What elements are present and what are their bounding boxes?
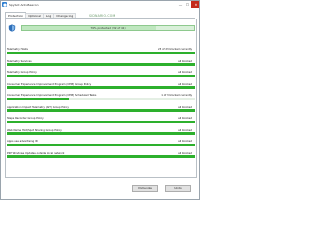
watermark-text: SIDNARIO.COM (89, 14, 116, 18)
row-progress-fill (7, 97, 70, 100)
protection-row: Steps Recorder Group Policy all blocked (7, 117, 195, 125)
minimize-button[interactable]: — (177, 1, 184, 8)
window-title: Spybot Anti-Beacon (9, 2, 39, 7)
row-progress-fill (7, 74, 195, 77)
row-progress-bar (7, 120, 195, 123)
summary-progress-bar: 79% protected (32 of 41) (21, 25, 195, 31)
row-progress-fill (7, 132, 195, 135)
row-progress-fill (7, 143, 195, 146)
row-progress-fill (7, 155, 195, 158)
row-progress-bar (7, 109, 195, 112)
row-progress-bar (7, 143, 195, 146)
row-progress-fill (7, 86, 195, 89)
row-progress-bar (7, 74, 195, 77)
app-icon (2, 2, 7, 7)
row-progress-bar (7, 132, 195, 135)
protection-row: Application Impact Telemetry (AIT) Group… (7, 106, 195, 114)
summary-text: 79% protected (32 of 41) (90, 26, 126, 30)
title-bar: Spybot Anti-Beacon — ☐ ✕ (1, 1, 199, 8)
row-progress-bar (7, 86, 195, 89)
shield-icon (7, 24, 16, 33)
protection-row: P2P Windows Updates outside local networ… (7, 152, 195, 160)
app-window: Spybot Anti-Beacon — ☐ ✕ Protection Opti… (0, 0, 200, 200)
protection-row: Consumer Experience Improvement Program … (7, 83, 195, 91)
row-progress-fill (7, 63, 195, 66)
row-progress-fill (7, 51, 195, 54)
row-progress-bar (7, 51, 195, 54)
undo-button[interactable]: Undo (165, 185, 191, 192)
protection-row: Telemetry Hosts 23 of 23 blocked currentl… (7, 48, 195, 56)
immunize-button[interactable]: Immunize (132, 185, 158, 192)
protection-summary: 79% protected (32 of 41) (7, 22, 195, 34)
row-progress-fill (7, 120, 195, 123)
row-progress-bar (7, 97, 195, 100)
protection-row: Consumer Experience Improvement Program … (7, 94, 195, 102)
row-progress-bar (7, 155, 195, 158)
protection-row: Telemetry Services all blocked (7, 60, 195, 68)
row-progress-bar (7, 63, 195, 66)
maximize-button[interactable]: ☐ (184, 1, 191, 8)
window-controls: — ☐ ✕ (177, 1, 199, 8)
protection-row: Apps use advertising ID all blocked (7, 140, 195, 148)
protection-row: Telemetry Group Policy all blocked (7, 71, 195, 79)
row-progress-fill (7, 109, 195, 112)
close-button[interactable]: ✕ (191, 1, 199, 8)
protection-row: Web Name Hint/Spot Sharing Group Policy a… (7, 129, 195, 137)
